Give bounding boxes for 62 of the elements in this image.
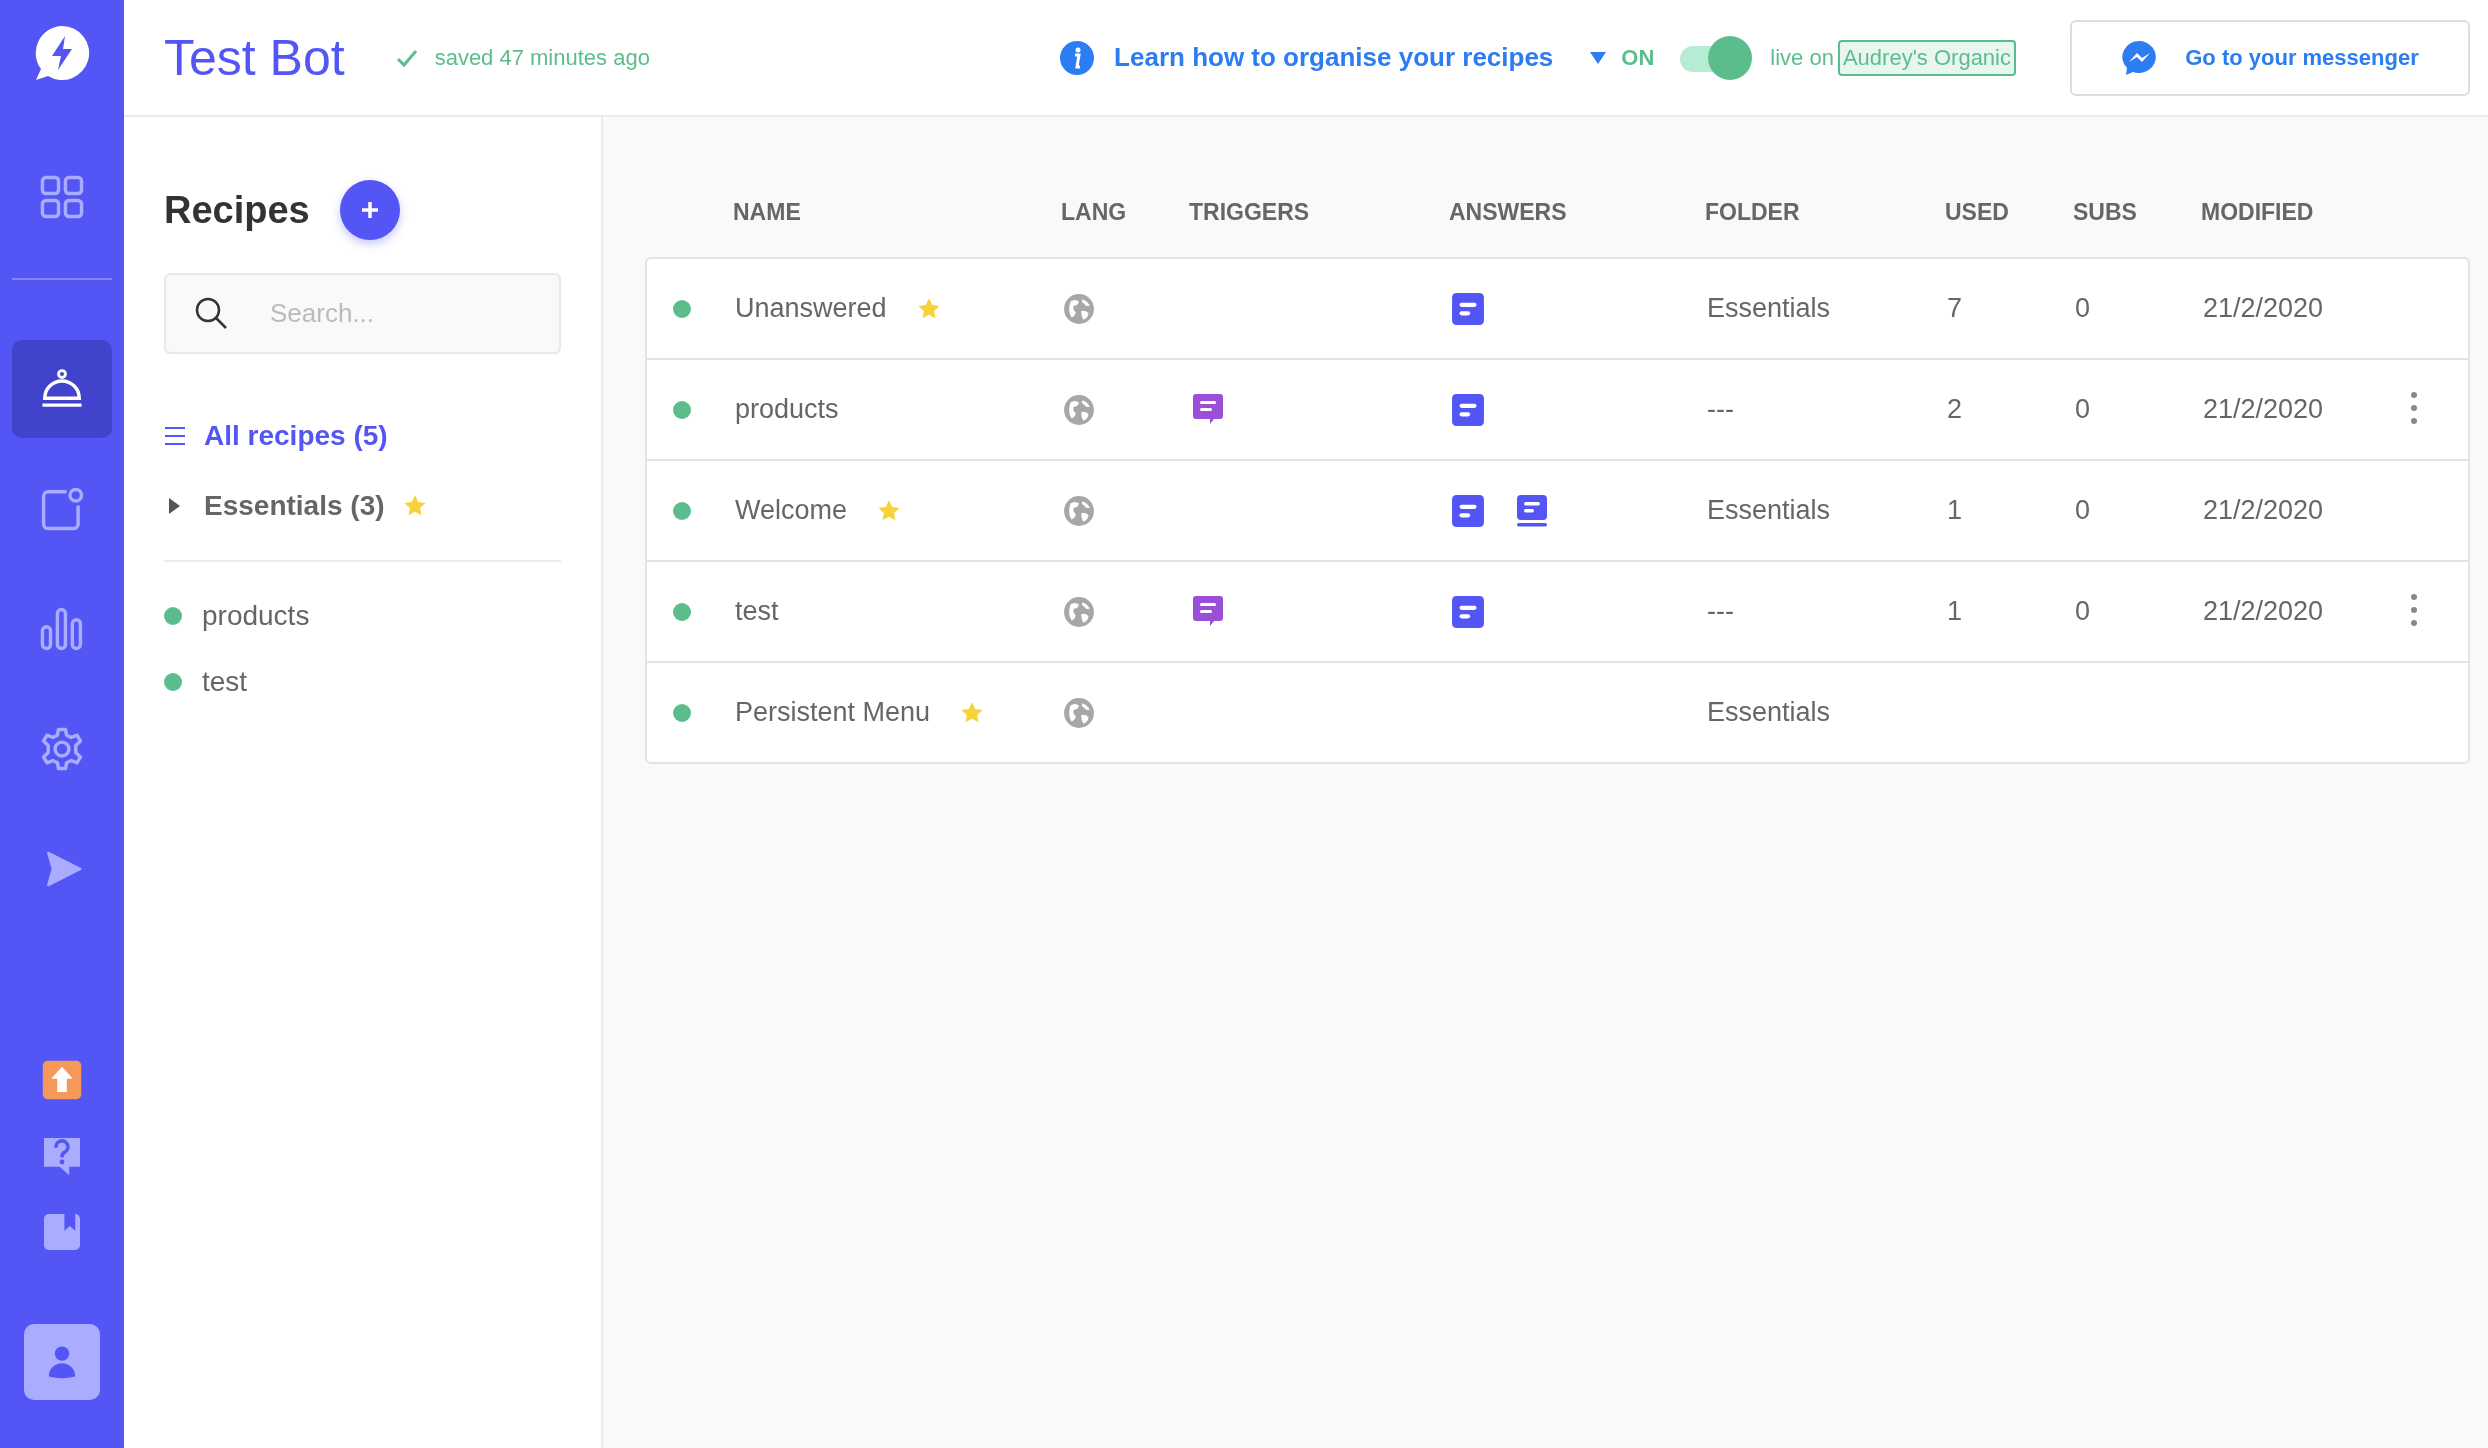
used-cell: 1 <box>1947 596 1963 627</box>
globe-icon <box>1063 696 1095 729</box>
recipe-name[interactable]: products <box>735 394 839 425</box>
more-icon[interactable] <box>2409 592 2419 627</box>
grid-icon <box>39 174 85 220</box>
folder-item[interactable]: All recipes (5) <box>164 420 388 452</box>
subs-cell: 0 <box>2075 495 2091 526</box>
bar-chart-icon <box>39 606 85 652</box>
bot-title: Test Bot <box>164 28 345 87</box>
saved-status: saved 47 minutes ago <box>434 44 650 71</box>
recipe-item[interactable]: products <box>202 600 310 632</box>
folder-cell: --- <box>1707 596 1734 627</box>
settings-icon <box>39 726 85 772</box>
recipe-name[interactable]: test <box>735 596 779 627</box>
column-header[interactable]: SUBS <box>2061 198 2189 226</box>
used-cell: 1 <box>1947 495 1963 526</box>
column-header[interactable]: MODIFIED <box>2189 198 2369 226</box>
live-label: live on <box>1770 44 1834 71</box>
folder-cell: Essentials <box>1707 293 1831 324</box>
column-header[interactable]: TRIGGERS <box>1177 198 1437 226</box>
modified-cell: 21/2/2020 <box>2203 495 2324 526</box>
search-field[interactable]: Search... <box>164 273 561 354</box>
folder-cell: Essentials <box>1707 495 1831 526</box>
live-toggle[interactable] <box>1680 35 1753 80</box>
globe-icon <box>1063 393 1095 426</box>
messenger-button[interactable]: Go to your messenger <box>2070 19 2470 96</box>
modified-cell: 21/2/2020 <box>2203 596 2324 627</box>
square-dot-icon <box>39 486 85 532</box>
folder-item[interactable]: Essentials (3) <box>164 490 427 522</box>
recipe-name[interactable]: Unanswered <box>735 293 887 324</box>
subs-cell: 0 <box>2075 293 2091 324</box>
add-button[interactable] <box>339 180 400 240</box>
column-header[interactable]: ANSWERS <box>1437 198 1693 226</box>
column-header[interactable]: NAME <box>721 198 1049 226</box>
used-cell: 7 <box>1947 293 1963 324</box>
panel-title: Recipes <box>164 188 310 232</box>
nav-button[interactable] <box>12 340 112 438</box>
subs-cell: 0 <box>2075 394 2091 425</box>
caret-icon[interactable] <box>1589 50 1608 65</box>
status-label: ON <box>1621 44 1655 71</box>
modified-cell: 21/2/2020 <box>2203 293 2324 324</box>
help-link[interactable]: Learn how to organise your recipes <box>1114 42 1554 73</box>
subs-cell: 0 <box>2075 596 2091 627</box>
globe-icon <box>1063 595 1095 628</box>
column-header[interactable]: LANG <box>1049 198 1177 226</box>
column-header[interactable]: USED <box>1933 198 2061 226</box>
list-icon <box>164 425 186 447</box>
info-icon <box>1060 40 1095 75</box>
folder-cell: --- <box>1707 394 1734 425</box>
recipe-name[interactable]: Persistent Menu <box>735 697 931 728</box>
plus-icon <box>359 200 380 220</box>
modified-cell: 21/2/2020 <box>2203 394 2324 425</box>
used-cell: 2 <box>1947 394 1963 425</box>
recipe-item[interactable]: test <box>202 666 248 698</box>
recipe-name[interactable]: Welcome <box>735 495 848 526</box>
folder-cell: Essentials <box>1707 697 1831 728</box>
column-header[interactable]: FOLDER <box>1693 198 1933 226</box>
globe-icon <box>1063 292 1095 325</box>
globe-icon <box>1063 494 1095 527</box>
search-icon <box>194 296 228 330</box>
more-icon[interactable] <box>2409 390 2419 425</box>
profile-button[interactable] <box>24 1324 100 1400</box>
